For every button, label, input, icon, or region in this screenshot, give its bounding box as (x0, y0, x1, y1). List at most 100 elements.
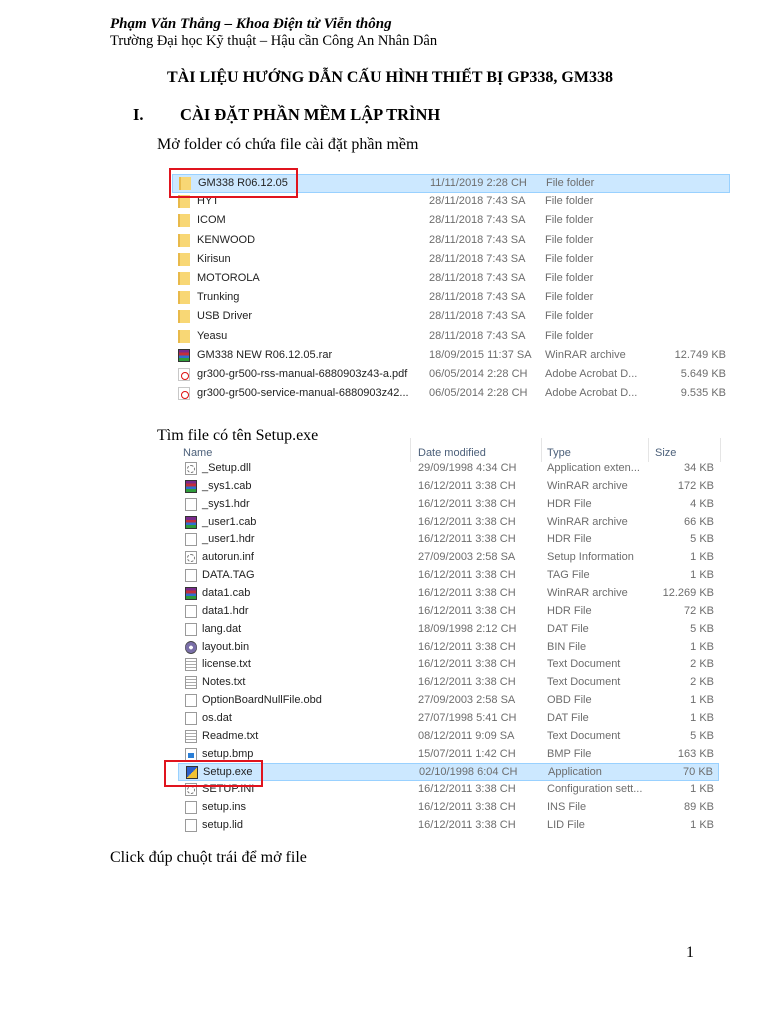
file-row[interactable]: MOTOROLA 28/11/2018 7:43 SA File folder (172, 270, 730, 289)
file-name: USB Driver (197, 310, 253, 323)
file-date: 27/09/2003 2:58 SA (418, 694, 516, 707)
file-name: setup.ins (202, 801, 247, 814)
column-divider[interactable] (410, 438, 411, 462)
author-line: Phạm Văn Thắng – Khoa Điện tử Viễn thông (110, 16, 392, 32)
step-double-click: Click đúp chuột trái để mở file (110, 849, 307, 866)
file-row[interactable]: Notes.txt 16/12/2011 3:38 CH Text Document… (178, 674, 719, 692)
file-row[interactable]: data1.hdr 16/12/2011 3:38 CH HDR File 72 KB (178, 603, 719, 621)
file-date: 29/09/1998 4:34 CH (418, 462, 517, 474)
file-row[interactable]: license.txt 16/12/2011 3:38 CH Text Docume… (178, 656, 719, 674)
file-date: 28/11/2018 7:43 SA (429, 291, 526, 304)
file-date: 06/05/2014 2:28 CH (429, 368, 528, 380)
file-row[interactable]: DATA.TAG 16/12/2011 3:38 CH TAG File 1 KB (178, 567, 719, 585)
file-type: DAT File (547, 711, 589, 724)
file-type: WinRAR archive (547, 586, 628, 599)
file-size: 1 KB (690, 783, 714, 796)
file-row[interactable]: Yeasu 28/11/2018 7:43 SA File folder (172, 328, 730, 347)
file-row[interactable]: Readme.txt 08/12/2011 9:09 SA Text Documen… (178, 728, 719, 746)
column-header-size[interactable]: Size (655, 447, 676, 459)
file-row[interactable]: gr300-gr500-rss-manual-6880903z43-a.pdf 0… (172, 366, 730, 385)
file-date: 28/11/2018 7:43 SA (429, 195, 526, 208)
file-row[interactable]: GM338 NEW R06.12.05.rar 18/09/2015 11:37 … (172, 347, 730, 366)
file-row[interactable]: lang.dat 18/09/1998 2:12 CH DAT File 5 KB (178, 621, 719, 639)
file-name: Kirisun (197, 252, 231, 265)
file-name: _Setup.dll (202, 462, 251, 474)
file-size: 1 KB (690, 569, 714, 582)
highlight-box-gm338-folder (169, 168, 298, 198)
column-header-type[interactable]: Type (547, 447, 571, 459)
file-row[interactable]: setup.ins 16/12/2011 3:38 CH INS File 89 KB (178, 799, 719, 817)
section-title: CÀI ĐẶT PHẦN MỀM LẬP TRÌNH (180, 105, 441, 124)
column-divider[interactable] (648, 438, 649, 462)
file-type: Configuration sett... (547, 783, 643, 796)
file-type: OBD File (547, 694, 592, 707)
file-date: 15/07/2011 1:42 CH (418, 747, 516, 760)
file-type: Adobe Acrobat D... (545, 368, 638, 380)
file-name: os.dat (202, 711, 232, 724)
file-name: data1.cab (202, 586, 251, 599)
step-open-folder: Mở folder có chứa file cài đặt phần mềm (157, 136, 419, 153)
file-type: File folder (545, 233, 594, 246)
file-name: ICOM (197, 214, 226, 227)
file-row[interactable]: _user1.cab 16/12/2011 3:38 CH WinRAR archi… (178, 514, 719, 532)
file-row[interactable]: _sys1.hdr 16/12/2011 3:38 CH HDR File 4 KB (178, 496, 719, 514)
file-size: 1 KB (690, 711, 714, 724)
file-size: 5 KB (690, 622, 714, 635)
pdf-icon (178, 387, 190, 401)
file-size: 1 KB (690, 819, 714, 831)
file-name: DATA.TAG (202, 569, 255, 582)
file-date: 16/12/2011 3:38 CH (418, 497, 516, 510)
file-size: 2 KB (690, 676, 714, 689)
file-type: File folder (545, 291, 594, 304)
text-file-icon (185, 729, 197, 743)
file-row[interactable]: Kirisun 28/11/2018 7:43 SA File folder (172, 251, 730, 270)
file-row[interactable]: data1.cab 16/12/2011 3:38 CH WinRAR archiv… (178, 585, 719, 603)
winrar-icon (178, 348, 190, 362)
file-row[interactable]: setup.lid 16/12/2011 3:38 CH LID File 1 KB (178, 817, 719, 835)
file-date: 18/09/2015 11:37 SA (429, 348, 532, 361)
file-type: HDR File (547, 497, 592, 510)
file-row[interactable]: gr300-gr500-service-manual-6880903z42...… (172, 385, 730, 404)
file-date: 28/11/2018 7:43 SA (429, 310, 526, 323)
file-type: Application exten... (547, 462, 640, 474)
file-row[interactable]: OptionBoardNullFile.obd 27/09/2003 2:58 S… (178, 692, 719, 710)
file-row[interactable]: autorun.inf 27/09/2003 2:58 SA Setup Infor… (178, 549, 719, 567)
file-icon (185, 694, 197, 708)
folder-icon (178, 291, 190, 305)
file-type: File folder (545, 195, 594, 208)
column-divider[interactable] (541, 438, 542, 462)
file-row[interactable]: _user1.hdr 16/12/2011 3:38 CH HDR File 5 KB (178, 531, 719, 549)
file-size: 34 KB (684, 462, 714, 474)
file-row[interactable]: os.dat 27/07/1998 5:41 CH DAT File 1 KB (178, 710, 719, 728)
file-row[interactable]: Trunking 28/11/2018 7:43 SA File folder (172, 289, 730, 308)
file-type: File folder (545, 329, 594, 342)
file-type: TAG File (547, 569, 590, 582)
file-date: 16/12/2011 3:38 CH (418, 479, 516, 492)
file-row[interactable]: _Setup.dll 29/09/1998 4:34 CH Application … (178, 460, 719, 478)
column-header-name[interactable]: Name (183, 447, 212, 459)
folder-icon (178, 329, 190, 343)
file-name: Yeasu (197, 329, 228, 342)
folder-icon (178, 252, 190, 266)
file-row[interactable]: ICOM 28/11/2018 7:43 SA File folder (172, 212, 730, 231)
column-header-date[interactable]: Date modified (418, 447, 486, 459)
file-name: layout.bin (202, 640, 250, 653)
file-date: 28/11/2018 7:43 SA (429, 272, 526, 284)
file-size: 4 KB (690, 497, 714, 510)
file-row[interactable]: KENWOOD 28/11/2018 7:43 SA File folder (172, 232, 730, 251)
file-date: 27/09/2003 2:58 SA (418, 551, 516, 564)
file-name: gr300-gr500-rss-manual-6880903z43-a.pdf (197, 368, 408, 380)
file-size: 1 KB (690, 640, 714, 653)
file-date: 16/12/2011 3:38 CH (418, 819, 516, 831)
file-name: _user1.cab (202, 515, 257, 528)
file-row[interactable]: layout.bin 16/12/2011 3:38 CH BIN File 1 KB (178, 639, 719, 657)
column-divider[interactable] (720, 438, 721, 462)
file-row[interactable]: _sys1.cab 16/12/2011 3:38 CH WinRAR archiv… (178, 478, 719, 496)
text-file-icon (185, 676, 197, 690)
file-type: Text Document (547, 676, 621, 689)
file-type: Text Document (547, 729, 621, 742)
file-icon (185, 569, 197, 583)
pdf-icon (178, 368, 190, 381)
folder-icon (178, 310, 190, 324)
file-row[interactable]: USB Driver 28/11/2018 7:43 SA File folder (172, 308, 730, 327)
